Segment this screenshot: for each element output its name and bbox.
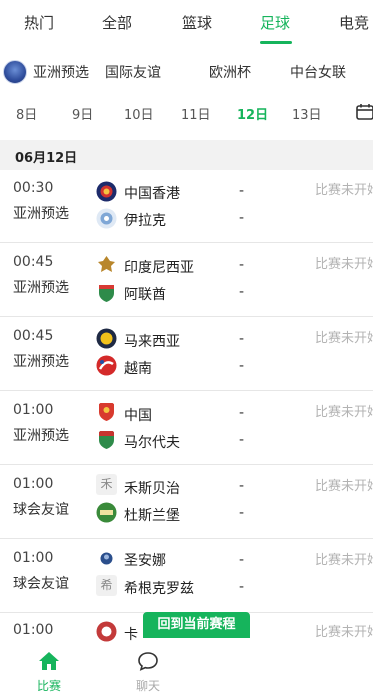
team-logo-icon xyxy=(99,403,114,421)
match-time: 01:00 xyxy=(13,622,54,638)
match-row[interactable]: 01:00 球会友谊 禾 禾斯贝治 - 杜斯兰堡 - 比赛未开始 xyxy=(0,466,373,539)
team-placeholder-icon: 希 xyxy=(96,575,117,596)
match-time: 00:30 xyxy=(13,180,54,196)
match-status: 比赛未开始 xyxy=(315,553,373,568)
team-logo-icon xyxy=(99,431,114,449)
home-team: 禾斯贝治 xyxy=(124,481,180,497)
away-team: 伊拉克 xyxy=(124,213,166,229)
team-logo-icon xyxy=(99,285,114,302)
away-score: - xyxy=(239,210,245,226)
home-team: 中国香港 xyxy=(124,186,180,202)
match-league: 亚洲预选 xyxy=(13,354,69,370)
active-tab-indicator xyxy=(260,41,292,44)
match-row[interactable]: 00:30 亚洲预选 中国香港 - 伊拉克 - 比赛未开始 xyxy=(0,170,373,243)
match-time: 01:00 xyxy=(13,402,54,418)
nav-chat[interactable]: 聊天 xyxy=(118,651,178,694)
match-league: 亚洲预选 xyxy=(13,280,69,296)
team-logo-icon xyxy=(96,328,117,349)
home-score: - xyxy=(239,552,245,568)
section-date: 06月12日 xyxy=(15,151,78,166)
date-12[interactable]: 12日 xyxy=(237,104,268,123)
league-asia-qualifier[interactable]: 亚洲预选 xyxy=(33,62,89,82)
home-score: - xyxy=(239,478,245,494)
league-euro-cup[interactable]: 欧洲杯 xyxy=(209,62,251,82)
home-score: - xyxy=(239,257,245,273)
home-score: - xyxy=(239,183,245,199)
date-section-header: 06月12日 xyxy=(0,140,373,170)
tab-all[interactable]: 全部 xyxy=(102,12,132,33)
team-placeholder-icon: 禾 xyxy=(96,474,117,495)
home-score: - xyxy=(239,405,245,421)
league-logo-icon xyxy=(3,60,27,84)
date-8[interactable]: 8日 xyxy=(16,104,37,123)
home-team: 圣安娜 xyxy=(124,553,166,569)
league-intl-friendly[interactable]: 国际友谊 xyxy=(105,62,161,82)
match-league: 亚洲预选 xyxy=(13,428,69,444)
home-score: - xyxy=(239,331,245,347)
chat-icon xyxy=(138,652,158,671)
match-league: 球会友谊 xyxy=(13,502,69,518)
match-time: 01:00 xyxy=(13,550,54,566)
team-logo-icon xyxy=(96,181,117,202)
away-team: 希根克罗兹 xyxy=(124,581,194,597)
home-icon xyxy=(39,652,59,670)
date-11[interactable]: 11日 xyxy=(181,104,211,123)
date-9[interactable]: 9日 xyxy=(72,104,93,123)
away-score: - xyxy=(239,505,245,521)
home-team: 马来西亚 xyxy=(124,334,180,350)
date-10[interactable]: 10日 xyxy=(124,104,154,123)
back-to-current-button[interactable]: 回到当前赛程 xyxy=(143,612,250,638)
tab-esports[interactable]: 电竞 xyxy=(339,12,369,33)
date-selector: 8日 9日 10日 11日 12日 13日 xyxy=(0,94,373,132)
nav-label: 聊天 xyxy=(135,679,160,693)
team-logo-icon xyxy=(96,208,117,229)
match-status: 比赛未开始 xyxy=(315,479,373,494)
match-league: 亚洲预选 xyxy=(13,206,69,222)
away-team: 阿联酋 xyxy=(124,287,166,303)
match-row[interactable]: 01:00 球会友谊 圣安娜 - 希 希根克罗兹 - 比赛未开始 xyxy=(0,540,373,613)
home-team: 印度尼西亚 xyxy=(124,260,194,276)
match-row[interactable]: 01:00 亚洲预选 中国 - 马尔代夫 - 比赛未开始 xyxy=(0,392,373,465)
team-logo-icon xyxy=(96,355,117,376)
team-logo-icon xyxy=(96,621,117,642)
sport-tabs: 热门 全部 篮球 足球 电竞 xyxy=(0,0,373,48)
match-status: 比赛未开始 xyxy=(315,183,373,198)
away-team: 马尔代夫 xyxy=(124,435,180,451)
team-logo-icon xyxy=(96,502,117,523)
team-logo-icon xyxy=(100,552,113,565)
away-score: - xyxy=(239,579,245,595)
match-time: 00:45 xyxy=(13,254,54,270)
away-score: - xyxy=(239,432,245,448)
date-13[interactable]: 13日 xyxy=(292,104,322,123)
match-status: 比赛未开始 xyxy=(315,625,373,640)
away-team: 杜斯兰堡 xyxy=(124,508,180,524)
league-filter-row: 亚洲预选 国际友谊 欧洲杯 中台女联 xyxy=(0,52,373,92)
match-time: 00:45 xyxy=(13,328,54,344)
match-row[interactable]: 00:45 亚洲预选 印度尼西亚 - 阿联酋 - 比赛未开始 xyxy=(0,244,373,317)
away-team: 越南 xyxy=(124,361,152,377)
match-status: 比赛未开始 xyxy=(315,331,373,346)
team-logo-icon xyxy=(98,256,115,272)
match-row[interactable]: 00:45 亚洲预选 马来西亚 - 越南 - 比赛未开始 xyxy=(0,318,373,391)
tab-basketball[interactable]: 篮球 xyxy=(182,12,212,33)
match-status: 比赛未开始 xyxy=(315,405,373,420)
nav-matches[interactable]: 比赛 xyxy=(19,651,79,694)
tab-football[interactable]: 足球 xyxy=(260,12,290,33)
match-status: 比赛未开始 xyxy=(315,257,373,272)
match-league: 球会友谊 xyxy=(13,576,69,592)
away-score: - xyxy=(239,284,245,300)
bottom-nav: 比赛 聊天 xyxy=(0,645,373,700)
tab-hot[interactable]: 热门 xyxy=(24,12,54,33)
home-team: 中国 xyxy=(124,408,152,424)
away-score: - xyxy=(239,358,245,374)
home-team: 卡 xyxy=(124,627,138,643)
calendar-icon[interactable] xyxy=(356,103,373,120)
match-time: 01:00 xyxy=(13,476,54,492)
league-china-taiwan-women[interactable]: 中台女联 xyxy=(290,62,346,82)
nav-label: 比赛 xyxy=(36,679,61,693)
